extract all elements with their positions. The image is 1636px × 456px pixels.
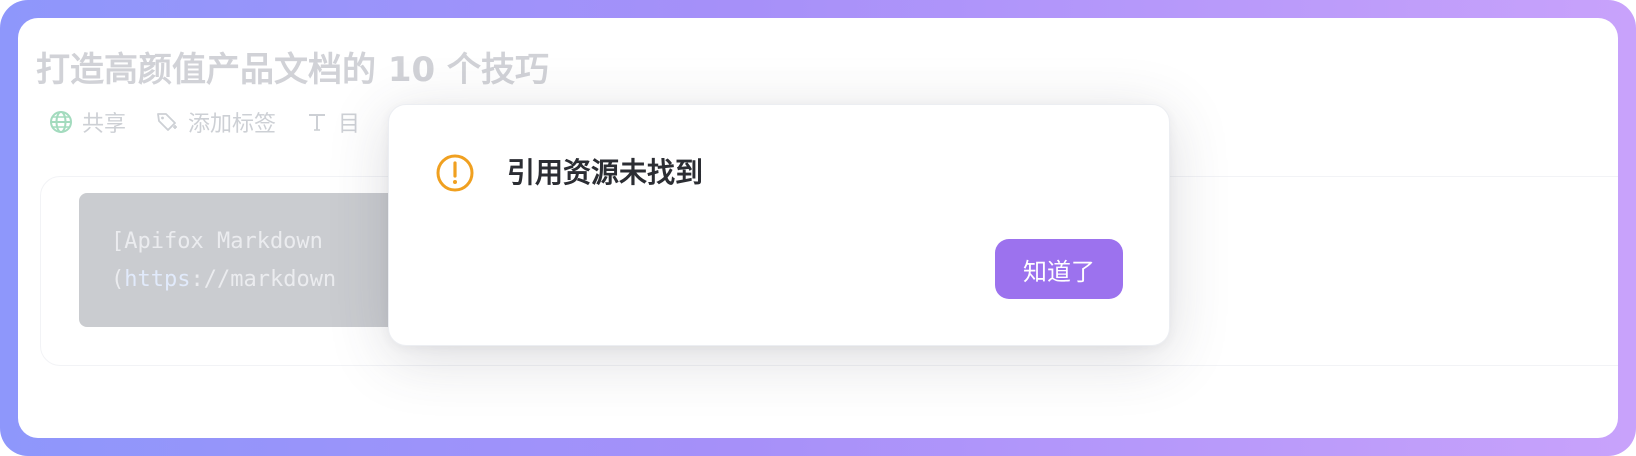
- warning-circle-icon: [435, 153, 475, 193]
- alert-dialog: 引用资源未找到 知道了: [388, 104, 1170, 346]
- document-window: 打造高颜值产品文档的 10 个技巧 共享 添加标签 目 [Apifox Mark…: [18, 18, 1618, 438]
- confirm-button[interactable]: 知道了: [995, 239, 1123, 299]
- dialog-title: 引用资源未找到: [507, 156, 704, 189]
- app-frame: 打造高颜值产品文档的 10 个技巧 共享 添加标签 目 [Apifox Mark…: [0, 0, 1636, 456]
